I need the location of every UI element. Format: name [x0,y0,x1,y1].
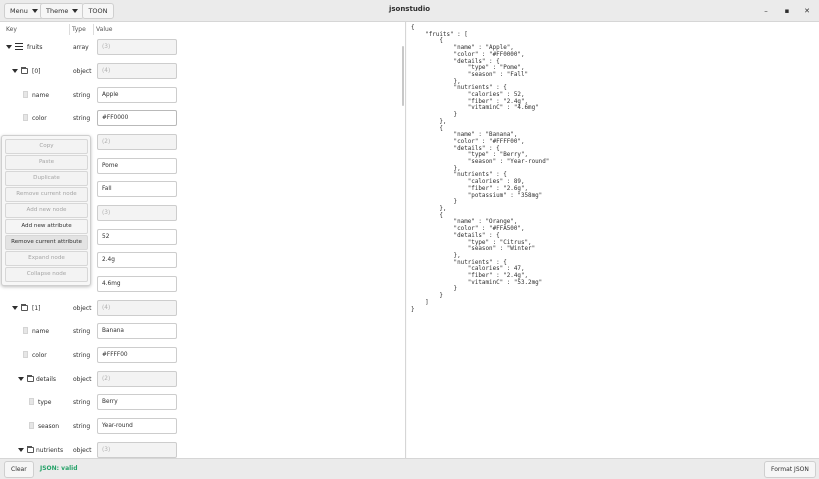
tree-type: string [73,328,91,335]
window-title: jsonstudio [388,5,431,13]
tree-type: string [73,92,91,99]
value-field[interactable]: (2) [97,134,177,150]
tree-type: object [73,447,92,454]
tree-row-fruits[interactable]: fruits array (3) [0,37,405,61]
chevron-down-icon[interactable] [18,448,24,452]
menu-item-collapse-node[interactable]: Collapse node [5,267,88,282]
column-header-value[interactable]: Value [96,26,112,33]
file-icon [29,398,34,405]
tree-row-name[interactable]: name string Banana [0,321,405,345]
tree-key: color [32,115,47,122]
menu-item-copy[interactable]: Copy [5,139,88,154]
tree-type: string [73,423,91,430]
json-text[interactable]: { "fruits" : [ { "name" : "Apple", "colo… [411,25,549,313]
menu-item-remove-attribute[interactable]: Remove current attribute [5,235,88,250]
value-field[interactable]: 52 [97,229,177,245]
chevron-down-icon[interactable] [6,45,12,49]
menu-item-duplicate[interactable]: Duplicate [5,171,88,186]
tree-row-name[interactable]: name string Apple [0,85,405,109]
header-bar: Menu Theme TOON jsonstudio – ▪ ✕ [0,0,819,22]
tree-key: fruits [27,44,43,51]
column-separator [69,24,70,35]
tree-row-color[interactable]: color string #FFFF00 [0,345,405,369]
value-field[interactable]: #FFFF00 [97,347,177,363]
json-text-view[interactable]: { "fruits" : [ { "name" : "Apple", "colo… [407,22,819,458]
close-icon[interactable]: ✕ [802,6,812,16]
value-field[interactable]: #FF0000 [97,110,177,126]
value-field[interactable]: Banana [97,323,177,339]
folder-icon [21,67,28,74]
menu-item-add-attribute[interactable]: Add new attribute [5,219,88,234]
value-field[interactable]: Apple [97,87,177,103]
value-field[interactable]: Berry [97,394,177,410]
context-menu: Copy Paste Duplicate Remove current node… [1,135,91,286]
bottom-bar: Clear JSON: valid Format JSON [0,458,819,479]
column-header-key[interactable]: Key [6,26,17,33]
menu-item-add-node[interactable]: Add new node [5,203,88,218]
tree-row-type[interactable]: type string Berry [0,392,405,416]
column-header-type[interactable]: Type [72,26,86,33]
value-field[interactable]: Fall [97,181,177,197]
tree-row-nutrients[interactable]: nutrients object (3) [0,440,405,458]
folder-icon [21,304,28,311]
file-icon [23,327,28,334]
value-field[interactable]: (4) [97,300,177,316]
tree-type: object [73,305,92,312]
tree-type: string [73,115,91,122]
chevron-down-icon[interactable] [12,69,18,73]
tree-key: [0] [32,68,41,75]
maximize-icon[interactable]: ▪ [782,6,792,16]
tree-key: season [38,423,60,430]
value-field[interactable]: 4.6mg [97,276,177,292]
clear-button[interactable]: Clear [4,461,34,478]
file-icon [23,114,28,121]
value-field[interactable]: Year-round [97,418,177,434]
json-status: JSON: valid [40,465,78,472]
column-separator [93,24,94,35]
tree-type: string [73,399,91,406]
value-field[interactable]: (3) [97,205,177,221]
tree-row-color[interactable]: color string #FF0000 [0,108,405,132]
value-field[interactable]: (3) [97,39,177,55]
file-icon [29,422,34,429]
tree-row-item-0[interactable]: [0] object (4) [0,61,405,85]
menu-item-expand-node[interactable]: Expand node [5,251,88,266]
value-field[interactable]: 2.4g [97,252,177,268]
tree-type: string [73,352,91,359]
value-field[interactable]: Pome [97,158,177,174]
tree-type: array [73,44,89,51]
tree-row-season[interactable]: season string Year-round [0,416,405,440]
value-field[interactable]: (3) [97,442,177,458]
tree-key: [1] [32,305,41,312]
tree-key: color [32,352,47,359]
value-field[interactable]: (2) [97,371,177,387]
tree-key: type [38,399,52,406]
tree-key: details [36,376,56,383]
chevron-down-icon[interactable] [18,377,24,381]
value-field[interactable]: (4) [97,63,177,79]
tree-type: object [73,376,92,383]
tree-key: name [32,92,50,99]
tree-row-item-1[interactable]: [1] object (4) [0,298,405,322]
folder-icon [27,446,34,453]
tree-key: name [32,328,50,335]
menu-item-remove-node[interactable]: Remove current node [5,187,88,202]
tree-row-details[interactable]: details object (2) [0,369,405,393]
minimize-icon[interactable]: – [761,6,771,16]
chevron-down-icon[interactable] [12,306,18,310]
menu-item-paste[interactable]: Paste [5,155,88,170]
format-json-button[interactable]: Format JSON [764,461,816,478]
tree-type: object [73,68,92,75]
list-icon [15,43,23,51]
file-icon [23,351,28,358]
file-icon [23,91,28,98]
tree-key: nutrients [36,447,64,454]
folder-icon [27,375,34,382]
